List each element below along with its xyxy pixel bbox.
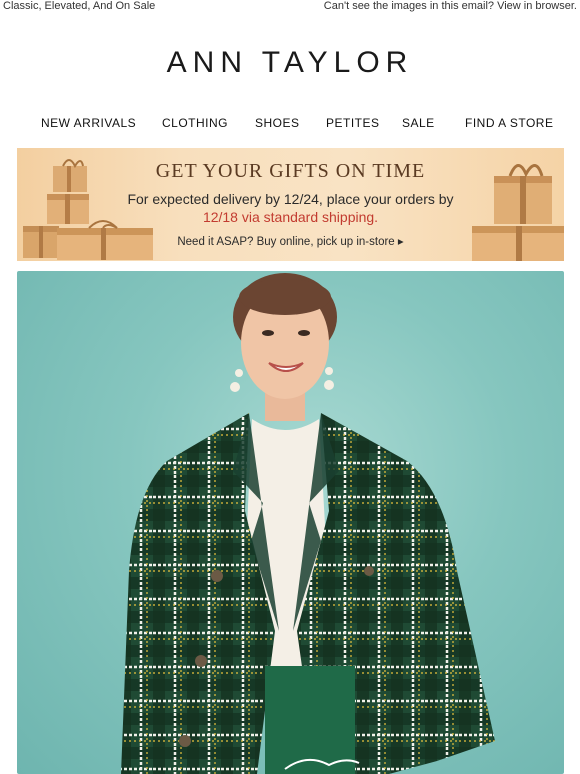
gift-shipping-banner[interactable]: GET YOUR GIFTS ON TIME For expected deli… bbox=[17, 148, 564, 261]
hero-image[interactable] bbox=[17, 271, 564, 774]
nav-item-shoes[interactable]: SHOES bbox=[255, 116, 300, 130]
main-nav: NEW ARRIVALS CLOTHING SHOES PETITES SALE… bbox=[18, 116, 564, 132]
brand-logo[interactable]: ANN TAYLOR bbox=[0, 46, 580, 80]
email-preheader: Classic, Elevated, And On Sale Can't see… bbox=[0, 0, 580, 14]
banner-heading: GET YOUR GIFTS ON TIME bbox=[155, 160, 426, 182]
nav-item-sale[interactable]: SALE bbox=[402, 116, 435, 130]
nav-item-petites[interactable]: PETITES bbox=[326, 116, 380, 130]
nav-item-find-a-store[interactable]: FIND A STORE bbox=[465, 116, 553, 130]
banner-delivery-text: For expected delivery by 12/24, place yo… bbox=[127, 191, 454, 207]
view-in-browser-link[interactable]: Can't see the images in this email? View… bbox=[324, 0, 577, 12]
buy-online-pickup-link[interactable]: Need it ASAP? Buy online, pick up in-sto… bbox=[17, 234, 564, 248]
banner-order-deadline: 12/18 via standard shipping. bbox=[202, 209, 379, 225]
preheader-tagline: Classic, Elevated, And On Sale bbox=[3, 0, 156, 12]
nav-item-clothing[interactable]: CLOTHING bbox=[162, 116, 228, 130]
model-in-plaid-coat-image bbox=[121, 273, 495, 774]
nav-item-new-arrivals[interactable]: NEW ARRIVALS bbox=[41, 116, 136, 130]
